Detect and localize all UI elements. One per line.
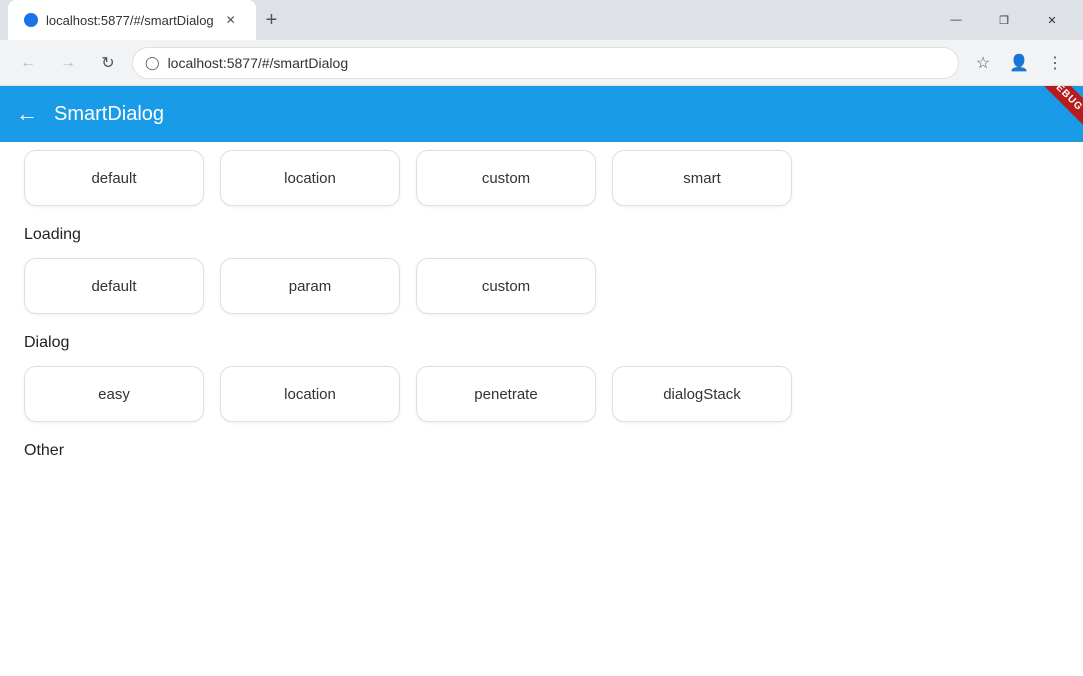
btn-custom-loading[interactable]: custom <box>416 258 596 314</box>
active-tab[interactable]: localhost:5877/#/smartDialog ✕ <box>8 0 256 40</box>
title-bar: localhost:5877/#/smartDialog ✕ + — ❐ ✕ <box>0 0 1083 40</box>
dialog-section-label: Dialog <box>24 334 1059 352</box>
other-section-label: Other <box>24 442 1059 460</box>
url-text: localhost:5877/#/smartDialog <box>168 55 349 71</box>
url-box[interactable]: ◯ localhost:5877/#/smartDialog <box>132 47 959 79</box>
forward-nav-button[interactable]: → <box>52 47 84 79</box>
toast-button-row: default location custom smart <box>24 150 1059 206</box>
tab-title: localhost:5877/#/smartDialog <box>46 13 214 28</box>
btn-location-dialog[interactable]: location <box>220 366 400 422</box>
loading-section-label: Loading <box>24 226 1059 244</box>
app-content: default location custom smart Loading de… <box>0 142 1083 676</box>
dialog-button-row: easy location penetrate dialogStack <box>24 366 1059 422</box>
browser-frame: localhost:5877/#/smartDialog ✕ + — ❐ ✕ ←… <box>0 0 1083 676</box>
reload-button[interactable]: ↻ <box>92 47 124 79</box>
minimize-button[interactable]: — <box>933 4 979 36</box>
restore-button[interactable]: ❐ <box>981 4 1027 36</box>
address-bar: ← → ↻ ◯ localhost:5877/#/smartDialog ☆ 👤… <box>0 40 1083 86</box>
close-button[interactable]: ✕ <box>1029 4 1075 36</box>
tab-favicon <box>24 13 38 27</box>
debug-badge: DEBUG <box>1028 86 1083 127</box>
app-header: ← SmartDialog DEBUG <box>0 86 1083 142</box>
window-controls: — ❐ ✕ <box>933 4 1075 36</box>
profile-icon[interactable]: 👤 <box>1003 47 1035 79</box>
tab-close-button[interactable]: ✕ <box>222 11 240 29</box>
btn-smart-toast[interactable]: smart <box>612 150 792 206</box>
new-tab-button[interactable]: + <box>256 0 288 40</box>
btn-penetrate-dialog[interactable]: penetrate <box>416 366 596 422</box>
bookmark-icon[interactable]: ☆ <box>967 47 999 79</box>
btn-default-loading[interactable]: default <box>24 258 204 314</box>
btn-location-toast[interactable]: location <box>220 150 400 206</box>
address-actions: ☆ 👤 ⋮ <box>967 47 1071 79</box>
btn-default-toast[interactable]: default <box>24 150 204 206</box>
btn-easy-dialog[interactable]: easy <box>24 366 204 422</box>
loading-button-row: default param custom <box>24 258 1059 314</box>
tab-bar: localhost:5877/#/smartDialog ✕ + <box>8 0 933 40</box>
btn-param-loading[interactable]: param <box>220 258 400 314</box>
btn-custom-toast[interactable]: custom <box>416 150 596 206</box>
menu-icon[interactable]: ⋮ <box>1039 47 1071 79</box>
back-nav-button[interactable]: ← <box>12 47 44 79</box>
btn-dialogstack-dialog[interactable]: dialogStack <box>612 366 792 422</box>
back-button[interactable]: ← <box>16 101 38 127</box>
lock-icon: ◯ <box>145 55 160 71</box>
app-title: SmartDialog <box>54 103 164 126</box>
